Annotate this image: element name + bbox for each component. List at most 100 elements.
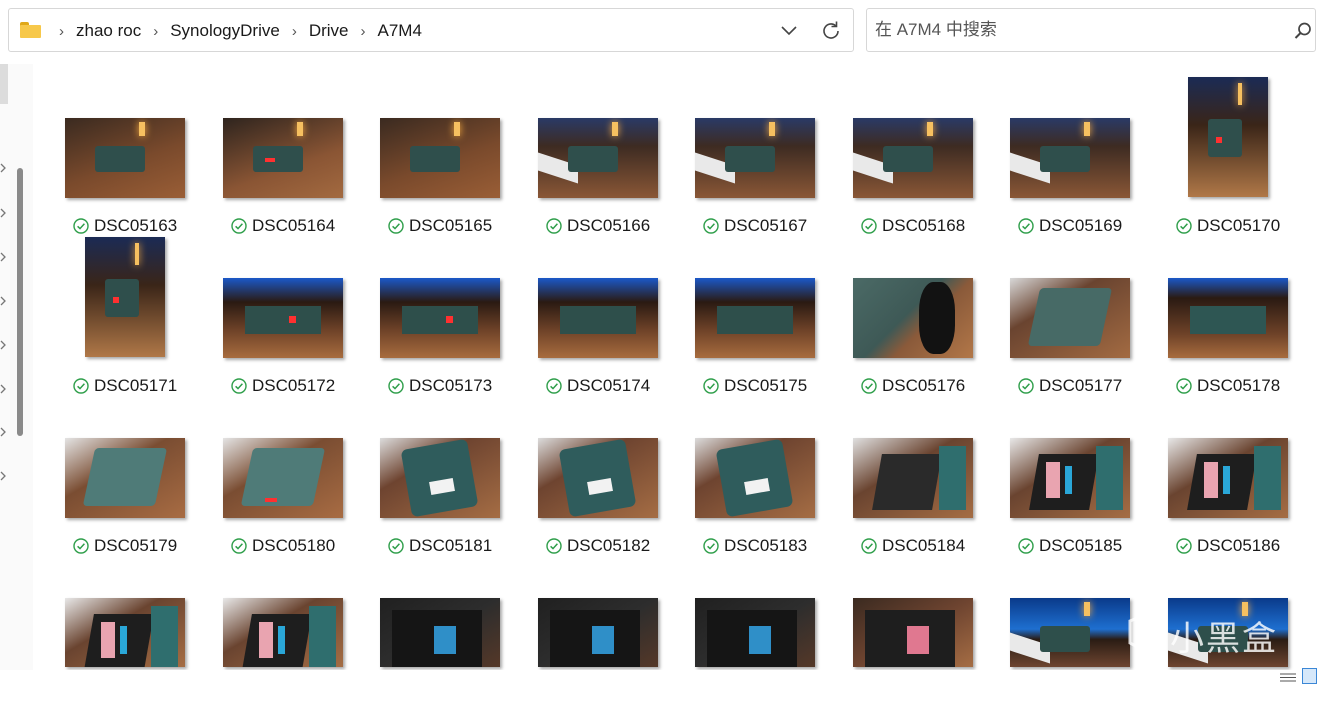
file-tile[interactable]: DSC05179 bbox=[65, 395, 215, 555]
file-tile[interactable]: DSC05166 bbox=[538, 75, 688, 235]
file-tile[interactable]: DSC05170 bbox=[1168, 75, 1317, 235]
watermark-text: 小黑盒 bbox=[1170, 619, 1278, 659]
file-tile[interactable]: DSC05183 bbox=[695, 395, 845, 555]
search-icon[interactable] bbox=[1293, 21, 1313, 41]
file-tile[interactable]: DSC05180 bbox=[223, 395, 373, 555]
chevron-right-icon[interactable] bbox=[0, 427, 7, 437]
thumbnail-image[interactable] bbox=[1010, 598, 1130, 667]
thumbnail-image[interactable] bbox=[1168, 278, 1288, 358]
thumbnail-image[interactable] bbox=[1168, 438, 1288, 518]
thumbnail-image[interactable] bbox=[65, 598, 185, 667]
thumbnail-image[interactable] bbox=[538, 598, 658, 667]
breadcrumb-item-synologydrive[interactable]: SynologyDrive bbox=[170, 21, 280, 41]
sync-check-icon bbox=[73, 218, 89, 234]
file-tile[interactable]: DSC05168 bbox=[853, 75, 1003, 235]
thumbnail-image[interactable] bbox=[695, 278, 815, 358]
large-icons-view-icon[interactable] bbox=[1302, 668, 1317, 684]
sync-check-icon bbox=[73, 538, 89, 554]
file-tile[interactable]: DSC05163 bbox=[65, 75, 215, 235]
thumbnail-image[interactable] bbox=[538, 278, 658, 358]
thumbnail-image[interactable] bbox=[695, 118, 815, 198]
file-label: DSC05180 bbox=[231, 536, 335, 556]
file-name: DSC05174 bbox=[567, 376, 651, 395]
file-tile[interactable]: DSC05169 bbox=[1010, 75, 1160, 235]
thumbnail-image[interactable] bbox=[380, 438, 500, 518]
file-tile[interactable]: DSC05185 bbox=[1010, 395, 1160, 555]
file-name: DSC05165 bbox=[409, 216, 493, 235]
file-tile[interactable]: DSC05182 bbox=[538, 395, 688, 555]
thumbnail-image[interactable] bbox=[1010, 118, 1130, 198]
thumbnail-image[interactable] bbox=[1010, 438, 1130, 518]
thumbnail-image[interactable] bbox=[223, 118, 343, 198]
thumbnail-image[interactable] bbox=[380, 598, 500, 667]
breadcrumb-separator[interactable]: › bbox=[59, 23, 64, 40]
thumbnail-image[interactable] bbox=[538, 118, 658, 198]
file-tile[interactable]: DSC05173 bbox=[380, 235, 530, 395]
refresh-icon[interactable] bbox=[819, 19, 843, 43]
search-input[interactable] bbox=[875, 17, 1275, 43]
thumbnail-image[interactable] bbox=[380, 278, 500, 358]
chevron-right-icon[interactable] bbox=[0, 340, 7, 350]
breadcrumb-item-a7m4[interactable]: A7M4 bbox=[377, 21, 421, 41]
sync-check-icon bbox=[703, 218, 719, 234]
file-tile[interactable]: DSC05184 bbox=[853, 395, 1003, 555]
sync-check-icon bbox=[1018, 538, 1034, 554]
file-tile[interactable]: DSC05176 bbox=[853, 235, 1003, 395]
thumbnail-image[interactable] bbox=[853, 278, 973, 358]
chevron-right-icon[interactable] bbox=[0, 252, 7, 262]
file-tile[interactable]: DSC05164 bbox=[223, 75, 373, 235]
thumbnail-image[interactable] bbox=[853, 598, 973, 667]
chevron-right-icon[interactable] bbox=[0, 471, 7, 481]
file-tile[interactable]: DSC05186 bbox=[1168, 395, 1317, 555]
chevron-right-icon[interactable] bbox=[0, 208, 7, 218]
file-tile[interactable] bbox=[380, 555, 530, 715]
file-tile[interactable]: DSC05165 bbox=[380, 75, 530, 235]
thumbnail-image[interactable] bbox=[380, 118, 500, 198]
file-tile[interactable] bbox=[853, 555, 1003, 715]
chevron-down-icon[interactable] bbox=[778, 19, 800, 41]
thumbnail-image[interactable] bbox=[223, 438, 343, 518]
thumbnail-image[interactable] bbox=[223, 278, 343, 358]
sync-check-icon bbox=[231, 378, 247, 394]
breadcrumb-item-zhao-roc[interactable]: zhao roc bbox=[76, 21, 141, 41]
thumbnail-image[interactable] bbox=[538, 438, 658, 518]
sync-check-icon bbox=[861, 378, 877, 394]
file-tile[interactable]: DSC05172 bbox=[223, 235, 373, 395]
file-tile[interactable]: DSC05171 bbox=[65, 235, 215, 395]
breadcrumb-separator[interactable]: › bbox=[153, 23, 158, 40]
file-tile[interactable]: DSC05175 bbox=[695, 235, 845, 395]
file-label: DSC05176 bbox=[861, 376, 965, 396]
thumbnail-image[interactable] bbox=[1188, 77, 1268, 197]
breadcrumb-item-drive[interactable]: Drive bbox=[309, 21, 349, 41]
chevron-right-icon[interactable] bbox=[0, 163, 7, 173]
file-tile[interactable]: DSC05167 bbox=[695, 75, 845, 235]
thumbnail-image[interactable] bbox=[695, 438, 815, 518]
file-tile[interactable] bbox=[695, 555, 845, 715]
thumbnail-image[interactable] bbox=[65, 118, 185, 198]
file-grid[interactable]: DSC05163 DSC05164 DSC05165 DSC05166 DSC05167… bbox=[33, 64, 1317, 670]
search-box[interactable] bbox=[866, 8, 1316, 52]
breadcrumb-separator[interactable]: › bbox=[360, 23, 365, 40]
address-bar[interactable]: › zhao roc › SynologyDrive › Drive › A7M… bbox=[8, 8, 854, 52]
thumbnail-image[interactable] bbox=[853, 118, 973, 198]
navigation-pane[interactable] bbox=[0, 64, 33, 670]
thumbnail-image[interactable] bbox=[223, 598, 343, 667]
thumbnail-image[interactable] bbox=[85, 237, 165, 357]
file-tile[interactable] bbox=[65, 555, 215, 715]
file-tile[interactable]: DSC05177 bbox=[1010, 235, 1160, 395]
thumbnail-image[interactable] bbox=[65, 438, 185, 518]
thumbnail-image[interactable] bbox=[695, 598, 815, 667]
chevron-right-icon[interactable] bbox=[0, 384, 7, 394]
details-view-icon[interactable] bbox=[1280, 672, 1296, 683]
file-tile[interactable] bbox=[223, 555, 373, 715]
file-tile[interactable]: DSC05174 bbox=[538, 235, 688, 395]
thumbnail-image[interactable] bbox=[853, 438, 973, 518]
file-tile[interactable]: DSC05178 bbox=[1168, 235, 1317, 395]
file-tile[interactable]: DSC05181 bbox=[380, 395, 530, 555]
breadcrumb-separator[interactable]: › bbox=[292, 23, 297, 40]
chevron-right-icon[interactable] bbox=[0, 296, 7, 306]
nav-selected-item[interactable] bbox=[0, 64, 8, 104]
file-tile[interactable] bbox=[538, 555, 688, 715]
thumbnail-image[interactable] bbox=[1010, 278, 1130, 358]
nav-scrollbar-thumb[interactable] bbox=[17, 168, 23, 436]
